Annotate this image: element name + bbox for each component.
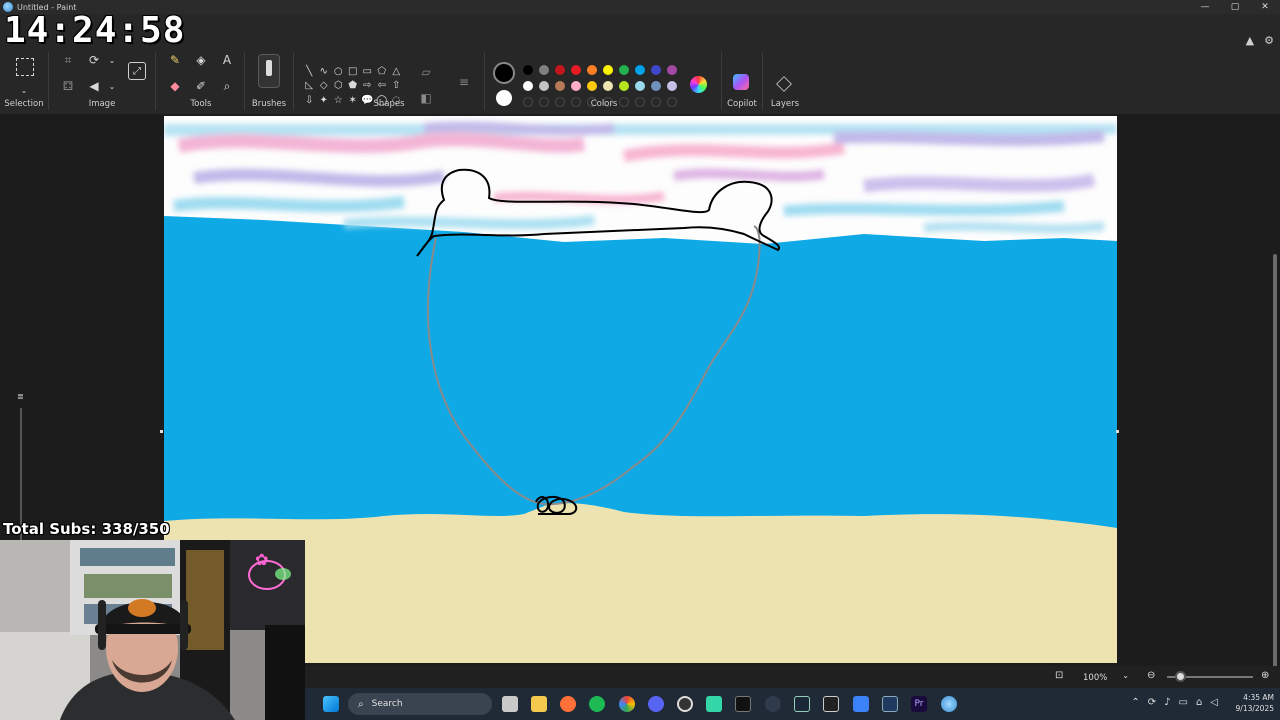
app-icon[interactable] [882, 696, 898, 712]
image-label: Image [88, 99, 116, 109]
volume-icon[interactable]: ◁ [1210, 697, 1218, 708]
divider [484, 52, 485, 110]
app-icon[interactable] [706, 696, 722, 712]
zoom-value: 100% [1083, 672, 1108, 683]
vertical-scrollbar[interactable] [1273, 254, 1277, 684]
divider [155, 52, 156, 110]
file-icon[interactable] [502, 696, 518, 712]
spotify-icon[interactable] [589, 696, 605, 712]
taskbar-date: 9/13/2025 [1235, 704, 1274, 713]
app-icon[interactable] [823, 696, 839, 712]
select-rectangle-icon[interactable] [16, 58, 34, 76]
selection-group: ⌄ Selection [0, 44, 48, 114]
layers-label: Layers [770, 99, 800, 109]
paint-taskbar-icon[interactable] [941, 696, 957, 712]
eraser-icon[interactable]: ◆ [167, 78, 183, 94]
sand-fill [164, 503, 1117, 663]
chevron-down-icon[interactable]: ⌄ [16, 82, 32, 98]
shapes-group: Shapes [296, 44, 482, 114]
premiere-icon[interactable]: Pr [911, 696, 927, 712]
brushes-label: Brushes [251, 99, 287, 109]
taskbar: ⌕ Search Pr ⌃ ⟳ ♪ ▭ ⌂ ◁ 4:35 AM 9/13/202… [305, 688, 1280, 720]
webcam-feed: ✿ [0, 540, 305, 720]
system-tray: ⌃ ⟳ ♪ ▭ ⌂ ◁ [1131, 697, 1218, 708]
top-right-icons: ▲ ⚙ [1246, 34, 1274, 47]
sub-counter: Total Subs: 338/350 [3, 520, 170, 538]
app-icon[interactable] [735, 696, 751, 712]
neon-sign-art: ✿ [255, 550, 268, 569]
image-group: ⌗ ⟳ ⌄ ⤢ ⚃ ◀ ⌄ Image [50, 44, 154, 114]
mic-icon[interactable]: ♪ [1164, 697, 1170, 708]
shapes-label: Shapes [373, 99, 405, 109]
stream-clock: 14:24:58 [4, 10, 186, 51]
selection-label: Selection [4, 99, 44, 109]
flip-icon[interactable]: ◀ [86, 78, 102, 94]
steam-icon[interactable] [794, 696, 810, 712]
divider [293, 52, 294, 110]
window-controls: — ▢ ✕ [1190, 0, 1280, 14]
chrome-icon[interactable] [619, 696, 635, 712]
drawing-canvas[interactable] [164, 116, 1117, 663]
refresh-icon[interactable]: ⟳ [1148, 697, 1156, 708]
chevron-down-icon: ⌄ [1122, 671, 1129, 680]
obs-icon[interactable] [677, 696, 693, 712]
rotate-icon[interactable]: ⟳ [86, 52, 102, 68]
close-button[interactable]: ✕ [1250, 0, 1280, 14]
start-icon[interactable] [323, 696, 339, 712]
brush-size-icon: ≣ [17, 392, 24, 401]
discord-icon[interactable] [648, 696, 664, 712]
rotate-chevron-icon[interactable]: ⌄ [104, 52, 120, 68]
chevron-up-icon[interactable]: ⌃ [1131, 697, 1139, 708]
app-icon[interactable] [765, 696, 781, 712]
tools-group: ✎ ◈ A ◆ ✐ ⌕ Tools [158, 44, 244, 114]
zoom-slider-thumb[interactable] [1175, 671, 1186, 682]
minimize-button[interactable]: — [1190, 0, 1220, 14]
display-icon[interactable]: ▭ [1178, 697, 1187, 708]
flip-chevron-icon[interactable]: ⌄ [104, 78, 120, 94]
search-placeholder: Search [371, 699, 403, 709]
taskbar-time: 4:35 AM [1243, 693, 1274, 702]
zoom-in-icon[interactable]: ⊕ [1261, 670, 1269, 681]
copilot-group: Copilot [723, 44, 761, 114]
firefox-icon[interactable] [560, 696, 576, 712]
brush-icon[interactable] [258, 54, 280, 88]
tools-label: Tools [190, 99, 212, 109]
search-icon: ⌕ [358, 698, 364, 710]
fill-bucket-icon[interactable]: ◈ [193, 52, 209, 68]
canvas-drawing [164, 116, 1117, 663]
fit-to-window-icon[interactable]: ⊡ [1055, 670, 1063, 681]
webcam-image: ✿ [0, 540, 305, 720]
notification-icon[interactable]: ▲ [1246, 34, 1254, 47]
zoom-out-icon[interactable]: ⊖ [1147, 670, 1155, 681]
settings-icon[interactable]: ⚙ [1264, 34, 1274, 47]
divider [762, 52, 763, 110]
copilot-label: Copilot [727, 99, 757, 109]
divider [244, 52, 245, 110]
folder-icon[interactable] [531, 696, 547, 712]
colors-group: Colors [488, 44, 720, 114]
network-icon[interactable]: ⌂ [1196, 697, 1202, 708]
text-icon[interactable]: A [219, 52, 235, 68]
taskbar-clock[interactable]: 4:35 AM 9/13/2025 [1236, 692, 1274, 714]
ribbon-toolbar: ▲ ⚙ ⌄ Selection ⌗ ⟳ ⌄ ⤢ ⚃ ◀ ⌄ Image ✎ ◈ … [0, 14, 1280, 114]
maximize-button[interactable]: ▢ [1220, 0, 1250, 14]
layers-group: Layers [764, 44, 806, 114]
colors-label: Colors [590, 99, 618, 109]
crop-icon[interactable]: ⌗ [60, 52, 76, 68]
status-bar: ⊡ 100% ⌄ ⊖ ⊕ [305, 666, 1280, 688]
resize-handle-left[interactable] [160, 430, 163, 433]
remove-background-icon[interactable]: ⚃ [60, 78, 76, 94]
zoom-dropdown[interactable]: 100% ⌄ [1075, 670, 1131, 685]
taskbar-search[interactable]: ⌕ Search [348, 693, 492, 715]
divider [48, 52, 49, 110]
pencil-icon[interactable]: ✎ [167, 52, 183, 68]
title-bar: Untitled - Paint — ▢ ✕ [0, 0, 1280, 14]
color-picker-icon[interactable]: ✐ [193, 78, 209, 94]
resize-icon[interactable]: ⤢ [128, 62, 146, 80]
divider [721, 52, 722, 110]
resize-handle-right[interactable] [1116, 430, 1119, 433]
magnifier-icon[interactable]: ⌕ [219, 78, 235, 94]
app-icon[interactable] [853, 696, 869, 712]
